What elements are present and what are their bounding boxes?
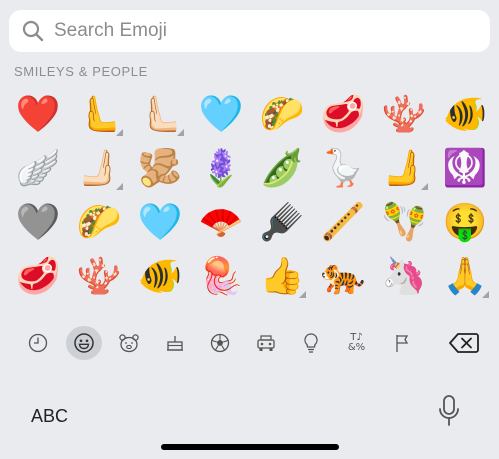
- category-symbols[interactable]: T♪ &%: [339, 326, 375, 360]
- pushing-hand-light-emoji[interactable]: 🫷🏻: [130, 88, 190, 142]
- cut-of-meat-emoji[interactable]: 🥩: [8, 250, 68, 304]
- category-activity[interactable]: [202, 326, 238, 360]
- abc-keyboard-button[interactable]: ABC: [31, 406, 68, 427]
- light-blue-heart-emoji[interactable]: 🩵: [191, 88, 251, 142]
- cut-of-meat-emoji[interactable]: 🥩: [313, 88, 373, 142]
- symbols-icon: T♪ &%: [347, 332, 366, 353]
- khanda-emoji[interactable]: 🪯: [435, 142, 495, 196]
- grey-heart-emoji[interactable]: 🩶: [8, 196, 68, 250]
- dictation-button[interactable]: [437, 394, 461, 434]
- pink-heart-emoji[interactable]: ❤️: [8, 88, 68, 142]
- emoji-search-bar[interactable]: [9, 10, 490, 52]
- microphone-icon: [439, 395, 459, 426]
- maracas-emoji[interactable]: 🪇: [374, 196, 434, 250]
- jellyfish-emoji[interactable]: 🪼: [191, 250, 251, 304]
- coral-emoji[interactable]: 🪸: [374, 88, 434, 142]
- thumbs-up-emoji[interactable]: 👍: [252, 250, 312, 304]
- tiger-emoji[interactable]: 🐅: [313, 250, 373, 304]
- unicorn-emoji[interactable]: 🦄: [374, 250, 434, 304]
- emoji-grid: ❤️ 🫷 🫷🏻 🩵 🌮 🥩 🪸 🐠 🪽 🫸🏻 🫚 🪻 🫛 🪿 🫸 🪯 🩶 🌮 🩵 🪭 🪮 🪈 🪇 🤑 🥩 🪸 🐠 🪼 👍 🐅 🦄 🙏: [8, 88, 495, 304]
- category-travel[interactable]: [248, 326, 284, 360]
- rightwards-pushing-hand-light-emoji[interactable]: 🫸🏻: [69, 142, 129, 196]
- clock-icon: [28, 333, 48, 353]
- hair-pick-emoji[interactable]: 🪮: [252, 196, 312, 250]
- backspace-button[interactable]: [447, 330, 481, 356]
- tropical-fish-emoji[interactable]: 🐠: [130, 250, 190, 304]
- search-icon: [22, 20, 44, 42]
- flag-icon: [396, 335, 409, 352]
- tropical-fish-emoji[interactable]: 🐠: [435, 88, 495, 142]
- goose-emoji[interactable]: 🪿: [313, 142, 373, 196]
- category-objects[interactable]: [293, 326, 329, 360]
- hyacinth-emoji[interactable]: 🪻: [191, 142, 251, 196]
- car-icon: [256, 335, 275, 351]
- cake-icon: [166, 336, 183, 351]
- smiley-icon: [73, 333, 94, 353]
- category-bar: T♪ &%: [20, 326, 490, 360]
- wing-emoji[interactable]: 🪽: [8, 142, 68, 196]
- category-food[interactable]: [157, 326, 193, 360]
- money-mouth-face-emoji[interactable]: 🤑: [435, 196, 495, 250]
- search-input[interactable]: [54, 20, 434, 42]
- coral-emoji[interactable]: 🪸: [69, 250, 129, 304]
- flute-emoji[interactable]: 🪈: [313, 196, 373, 250]
- home-indicator: [161, 444, 339, 450]
- taco-emoji[interactable]: 🌮: [252, 88, 312, 142]
- pushing-hand-emoji[interactable]: 🫷: [69, 88, 129, 142]
- lightbulb-icon: [304, 333, 318, 353]
- bear-icon: [119, 334, 139, 353]
- category-flags[interactable]: [384, 326, 420, 360]
- category-smileys[interactable]: [65, 326, 102, 360]
- soccer-ball-icon: [210, 333, 230, 353]
- rightwards-pushing-hand-emoji[interactable]: 🫸: [374, 142, 434, 196]
- ginger-root-emoji[interactable]: 🫚: [130, 142, 190, 196]
- folded-hands-emoji[interactable]: 🙏: [435, 250, 495, 304]
- pea-pod-emoji[interactable]: 🫛: [252, 142, 312, 196]
- category-animals[interactable]: [111, 326, 147, 360]
- category-recent[interactable]: [20, 326, 56, 360]
- folding-hand-fan-emoji[interactable]: 🪭: [191, 196, 251, 250]
- delete-icon: [449, 333, 479, 353]
- light-blue-heart-emoji[interactable]: 🩵: [130, 196, 190, 250]
- taco-emoji[interactable]: 🌮: [69, 196, 129, 250]
- section-title: SMILEYS & PEOPLE: [14, 64, 148, 79]
